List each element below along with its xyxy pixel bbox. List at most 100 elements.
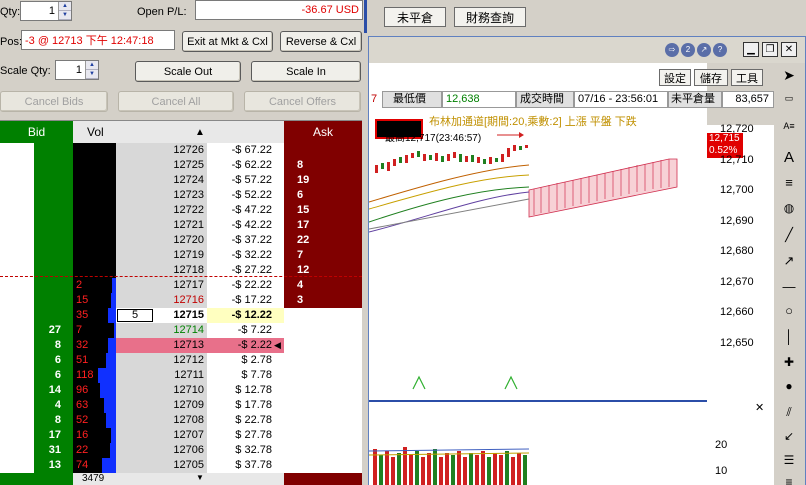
ask-size-cell[interactable]: 4 bbox=[284, 278, 320, 293]
export-icon[interactable]: ↗ bbox=[697, 43, 711, 57]
unclosed-positions-button[interactable]: 未平倉 bbox=[384, 7, 446, 27]
bid-size-cell[interactable]: 31 bbox=[34, 443, 73, 458]
ladder-row[interactable]: 12723 -$ 52.22 6 bbox=[0, 188, 362, 203]
pointer-icon[interactable]: ➤ bbox=[779, 67, 799, 84]
help-icon[interactable]: ? bbox=[713, 43, 727, 57]
price-cell[interactable]: 12714 bbox=[116, 323, 207, 338]
trendline-icon[interactable]: ╱ bbox=[779, 227, 799, 243]
bid-size-cell[interactable] bbox=[34, 188, 73, 203]
ask-size-cell[interactable]: 15 bbox=[284, 203, 320, 218]
ladder-row[interactable]: 12726 -$ 67.22 bbox=[0, 143, 362, 158]
ask-size-cell[interactable] bbox=[284, 338, 320, 353]
ask-size-cell[interactable] bbox=[284, 443, 320, 458]
bid-size-cell[interactable]: 6 bbox=[34, 353, 73, 368]
scroll-down-icon[interactable]: ▼ bbox=[196, 473, 204, 482]
two-icon[interactable]: 2 bbox=[681, 43, 695, 57]
cancel-bids-button[interactable]: Cancel Bids bbox=[0, 91, 108, 112]
fibonacci-icon[interactable]: ◍ bbox=[779, 201, 799, 215]
ladder-row[interactable]: 13 74 12705 $ 37.78 bbox=[0, 458, 362, 473]
bid-size-cell[interactable] bbox=[34, 248, 73, 263]
price-cell[interactable]: 12725 bbox=[116, 158, 207, 173]
ask-size-cell[interactable]: 3 bbox=[284, 293, 320, 308]
qty-stepper[interactable]: 1 ▲ ▼ bbox=[20, 1, 72, 21]
price-cell[interactable]: 12719 bbox=[116, 248, 207, 263]
text-icon[interactable]: A bbox=[779, 149, 799, 166]
spin-up-icon[interactable]: ▲ bbox=[59, 2, 71, 11]
bid-size-cell[interactable] bbox=[34, 278, 73, 293]
bid-size-cell[interactable]: 6 bbox=[34, 368, 73, 383]
price-cell[interactable]: 12722 bbox=[116, 203, 207, 218]
subpane-close-icon[interactable]: ✕ bbox=[755, 401, 764, 414]
price-cell[interactable]: 12705 bbox=[116, 458, 207, 473]
ladder-row[interactable]: 12725 -$ 62.22 8 bbox=[0, 158, 362, 173]
bid-size-cell[interactable]: 14 bbox=[34, 383, 73, 398]
price-cell[interactable]: 12724 bbox=[116, 173, 207, 188]
spin-down-icon[interactable]: ▼ bbox=[86, 70, 98, 79]
bid-size-cell[interactable] bbox=[34, 173, 73, 188]
ask-size-cell[interactable] bbox=[284, 308, 320, 323]
ask-size-cell[interactable] bbox=[284, 353, 320, 368]
save-button[interactable]: 儲存 bbox=[694, 69, 728, 86]
hline-icon[interactable]: — bbox=[779, 279, 799, 294]
settings-button[interactable]: 設定 bbox=[659, 69, 691, 86]
bid-header[interactable]: Bid bbox=[0, 121, 73, 143]
ladder-row[interactable]: 12720 -$ 37.22 22 bbox=[0, 233, 362, 248]
bid-size-cell[interactable] bbox=[34, 293, 73, 308]
exit-at-market-button[interactable]: Exit at Mkt & Cxl bbox=[182, 31, 273, 52]
ask-size-cell[interactable]: 19 bbox=[284, 173, 320, 188]
channel-icon[interactable]: ⫽ bbox=[779, 405, 799, 420]
price-cell[interactable]: 12710 bbox=[116, 383, 207, 398]
ask-size-cell[interactable] bbox=[284, 323, 320, 338]
ladder-row[interactable]: 15 12716 -$ 17.22 3 bbox=[0, 293, 362, 308]
ladder-row[interactable]: 8 52 12708 $ 22.78 bbox=[0, 413, 362, 428]
bid-size-cell[interactable]: 27 bbox=[34, 323, 73, 338]
reverse-button[interactable]: Reverse & Cxl bbox=[280, 31, 362, 52]
ask-size-cell[interactable]: 6 bbox=[284, 188, 320, 203]
finance-query-button[interactable]: 財務查詢 bbox=[454, 7, 526, 27]
scale-out-button[interactable]: Scale Out bbox=[135, 61, 241, 82]
bid-size-cell[interactable] bbox=[34, 308, 73, 323]
ladder-row[interactable]: 6 51 12712 $ 2.78 bbox=[0, 353, 362, 368]
ask-size-cell[interactable] bbox=[284, 143, 320, 158]
scroll-up-icon[interactable]: ▲ bbox=[116, 121, 284, 143]
price-cell[interactable]: 12726 bbox=[116, 143, 207, 158]
ladder-row[interactable]: 12722 -$ 47.22 15 bbox=[0, 203, 362, 218]
price-cell[interactable]: 12711 bbox=[116, 368, 207, 383]
ask-size-cell[interactable] bbox=[284, 413, 320, 428]
ladder-row[interactable]: 31 22 12706 $ 32.78 bbox=[0, 443, 362, 458]
ask-size-cell[interactable]: 17 bbox=[284, 218, 320, 233]
bid-size-cell[interactable]: 4 bbox=[34, 398, 73, 413]
price-cell[interactable]: 12716 bbox=[116, 293, 207, 308]
working-order-qty[interactable]: 5 bbox=[117, 309, 153, 322]
price-cell[interactable]: 12717 bbox=[116, 278, 207, 293]
ask-size-cell[interactable] bbox=[284, 428, 320, 443]
circle-icon[interactable]: ○ bbox=[779, 303, 799, 318]
spin-down-icon[interactable]: ▼ bbox=[59, 11, 71, 20]
close-icon[interactable]: ✕ bbox=[781, 42, 797, 57]
vline-icon[interactable]: │ bbox=[779, 329, 799, 344]
ladder-row[interactable]: 2 12717 -$ 22.22 4 bbox=[0, 278, 362, 293]
vol-header[interactable]: Vol bbox=[73, 121, 116, 143]
arrow-tool-icon[interactable]: ↙ bbox=[779, 429, 799, 443]
ladder-row[interactable]: 12724 -$ 57.22 19 bbox=[0, 173, 362, 188]
bid-size-cell[interactable] bbox=[34, 203, 73, 218]
price-cell[interactable]: 12721 bbox=[116, 218, 207, 233]
ladder-row[interactable]: 17 16 12707 $ 27.78 bbox=[0, 428, 362, 443]
ask-size-cell[interactable] bbox=[284, 458, 320, 473]
scale-in-button[interactable]: Scale In bbox=[251, 61, 361, 82]
scale-qty-stepper[interactable]: 1 ▲ ▼ bbox=[55, 60, 99, 80]
qty-value[interactable]: 1 bbox=[21, 5, 58, 17]
ladder-row[interactable]: 14 96 12710 $ 12.78 bbox=[0, 383, 362, 398]
bid-size-cell[interactable] bbox=[34, 143, 73, 158]
bid-size-cell[interactable] bbox=[34, 233, 73, 248]
restore-icon[interactable]: ❐ bbox=[762, 42, 778, 57]
price-cell[interactable]: 12720 bbox=[116, 233, 207, 248]
bid-size-cell[interactable] bbox=[34, 218, 73, 233]
price-cell[interactable]: 12712 bbox=[116, 353, 207, 368]
bid-size-cell[interactable]: 8 bbox=[34, 338, 73, 353]
ask-header[interactable]: Ask bbox=[284, 121, 362, 143]
ladder-row[interactable]: 6 118 12711 $ 7.78 bbox=[0, 368, 362, 383]
cancel-offers-button[interactable]: Cancel Offers bbox=[244, 91, 361, 112]
ask-size-cell[interactable]: 7 bbox=[284, 248, 320, 263]
ask-size-cell[interactable] bbox=[284, 398, 320, 413]
